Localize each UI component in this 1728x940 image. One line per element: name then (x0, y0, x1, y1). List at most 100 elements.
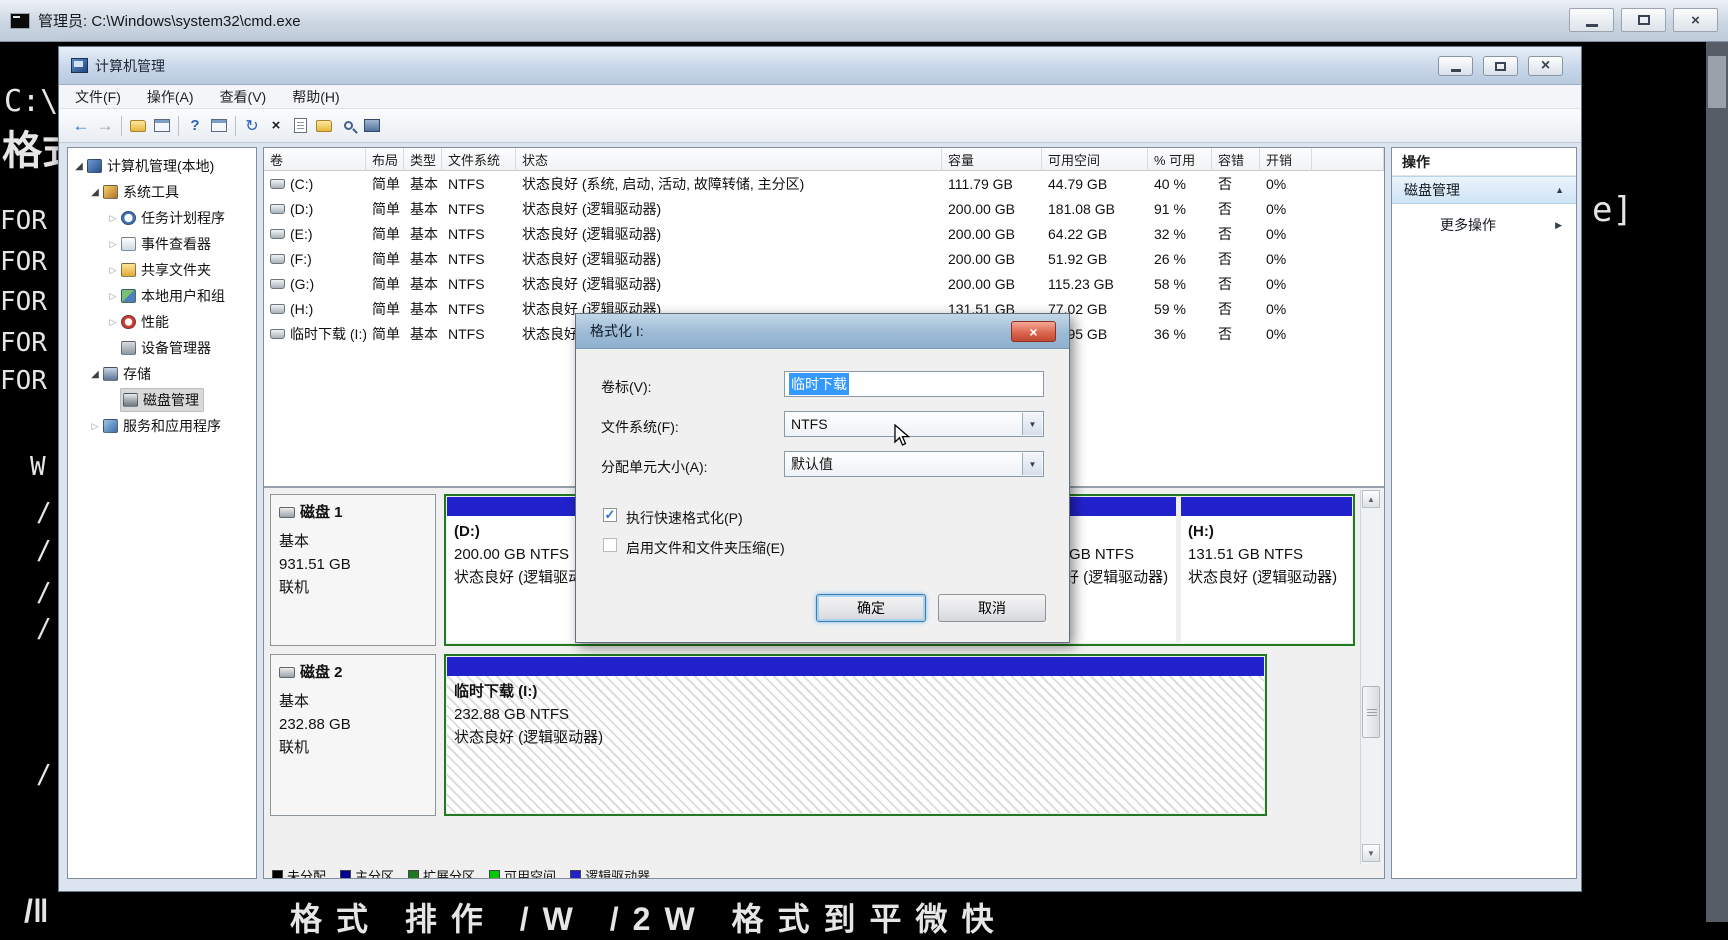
dropdown-value: 默认值 (791, 454, 833, 474)
compression-checkbox[interactable] (603, 538, 617, 552)
forward-button[interactable]: → (93, 114, 117, 138)
down-arrow-icon: ▼ (1367, 849, 1375, 858)
actions-group-disk-management[interactable]: 磁盘管理 ▲ (1392, 176, 1576, 204)
column-header-volume[interactable]: 卷 (264, 148, 366, 171)
tree-expanded-icon[interactable]: ◢ (72, 161, 86, 172)
tree-expanded-icon[interactable]: ◢ (88, 369, 102, 380)
refresh-button[interactable]: ↻ (240, 114, 264, 138)
menu-action[interactable]: 操作(A) (147, 87, 194, 107)
actions-header: 操作 (1392, 148, 1576, 176)
back-button[interactable]: ← (69, 114, 93, 138)
volume-status: 状态良好 (系统, 启动, 活动, 故障转储, 主分区) (516, 171, 942, 196)
cm-maximize-button[interactable] (1483, 56, 1518, 76)
partition-h[interactable]: (H:) 131.51 GB NTFS 状态良好 (逻辑驱动器) (1181, 497, 1352, 643)
disk-1-label[interactable]: 磁盘 1 基本 931.51 GB 联机 (270, 494, 436, 646)
volume-row-d[interactable]: (D:) 简单 基本 NTFS 状态良好 (逻辑驱动器) 200.00 GB 1… (264, 196, 1384, 221)
more-actions-item[interactable]: 更多操作 ▶ (1392, 212, 1576, 238)
cm-minimize-button[interactable] (1438, 56, 1473, 76)
volume-row-f[interactable]: (F:) 简单 基本 NTFS 状态良好 (逻辑驱动器) 200.00 GB 5… (264, 246, 1384, 271)
tree-item-services-applications[interactable]: ▷ 服务和应用程序 (88, 414, 221, 438)
disk-view-scrollbar[interactable]: ▲ ▼ (1360, 490, 1380, 864)
volume-name: (D:) (264, 196, 366, 221)
column-header-filesystem[interactable]: 文件系统 (442, 148, 516, 171)
tree-collapsed-icon[interactable]: ▷ (106, 291, 120, 302)
tree-item-task-scheduler[interactable]: ▷ 任务计划程序 (106, 206, 225, 230)
volume-overhead: 0% (1260, 196, 1312, 221)
tree-item-local-users-groups[interactable]: ▷ 本地用户和组 (106, 284, 225, 308)
volume-label-input[interactable]: 临时下载 (784, 371, 1044, 397)
column-header-free-space[interactable]: 可用空间 (1042, 148, 1148, 171)
collapse-icon[interactable]: ▲ (1555, 185, 1564, 195)
volume-row-g[interactable]: (G:) 简单 基本 NTFS 状态良好 (逻辑驱动器) 200.00 GB 1… (264, 271, 1384, 296)
volume-filesystem: NTFS (442, 321, 516, 346)
ok-button[interactable]: 确定 (816, 594, 926, 622)
column-header-pct-free[interactable]: % 可用 (1148, 148, 1212, 171)
column-header-type[interactable]: 类型 (404, 148, 442, 171)
disk-2-label[interactable]: 磁盘 2 基本 232.88 GB 联机 (270, 654, 436, 816)
tree-expanded-icon[interactable]: ◢ (88, 187, 102, 198)
column-header-overhead[interactable]: 开销 (1260, 148, 1312, 171)
tree-item-event-viewer[interactable]: ▷ 事件查看器 (106, 232, 211, 256)
cmd-close-button[interactable]: × (1673, 8, 1718, 32)
up-level-button[interactable] (126, 114, 150, 138)
export-list-button[interactable] (207, 114, 231, 138)
console-text-fragment: C:\ (4, 84, 58, 119)
dialog-close-button[interactable]: × (1011, 321, 1056, 342)
console-text-fragment: / (36, 536, 52, 566)
menu-file[interactable]: 文件(F) (75, 87, 121, 107)
tree-collapsed-icon[interactable]: ▷ (106, 239, 120, 250)
scrollbar-thumb[interactable] (1362, 686, 1380, 738)
tree-collapsed-icon[interactable]: ▷ (106, 317, 120, 328)
format-dialog-titlebar[interactable]: 格式化 I: (576, 314, 1069, 349)
cancel-button[interactable]: 取消 (938, 594, 1046, 622)
tree-collapsed-icon[interactable]: ▷ (88, 421, 102, 432)
disk-tool-button[interactable] (360, 114, 384, 138)
cm-titlebar[interactable]: 计算机管理 × (59, 47, 1581, 85)
legend-swatch (489, 870, 500, 878)
dropdown-button[interactable]: ▼ (1022, 453, 1042, 475)
show-console-tree-button[interactable] (150, 114, 174, 138)
volume-overhead: 0% (1260, 271, 1312, 296)
column-header-fault-tolerance[interactable]: 容错 (1212, 148, 1260, 171)
column-header-capacity[interactable]: 容量 (942, 148, 1042, 171)
cm-close-button[interactable]: × (1528, 56, 1563, 76)
tree-item-shared-folders[interactable]: ▷ 共享文件夹 (106, 258, 211, 282)
help-button[interactable]: ? (183, 114, 207, 138)
volume-row-c[interactable]: (C:) 简单 基本 NTFS 状态良好 (系统, 启动, 活动, 故障转储, … (264, 171, 1384, 196)
tree-item-performance[interactable]: ▷ 性能 (106, 310, 169, 334)
legend-swatch (570, 870, 581, 878)
tree-item-disk-management[interactable]: 磁盘管理 (120, 388, 204, 412)
find-button[interactable] (336, 114, 360, 138)
tree-collapsed-icon[interactable]: ▷ (106, 213, 120, 224)
tree-item-storage[interactable]: ◢ 存储 (88, 362, 151, 386)
scroll-up-button[interactable]: ▲ (1362, 490, 1380, 508)
quick-format-checkbox[interactable]: ✓ (603, 508, 617, 522)
menu-help[interactable]: 帮助(H) (292, 87, 339, 107)
clock-icon (121, 211, 136, 225)
delete-button[interactable]: × (264, 114, 288, 138)
cmd-window-titlebar[interactable]: 管理员: C:\Windows\system32\cmd.exe × (0, 0, 1728, 42)
column-header-status[interactable]: 状态 (516, 148, 942, 171)
cmd-maximize-button[interactable] (1621, 8, 1666, 32)
cmd-scrollbar[interactable] (1706, 42, 1728, 922)
properties-button[interactable] (288, 114, 312, 138)
dropdown-button[interactable]: ▼ (1022, 413, 1042, 435)
open-button[interactable] (312, 114, 336, 138)
cmd-minimize-button[interactable] (1569, 8, 1614, 32)
disk-2-extended-partition: 临时下载 (I:) 232.88 GB NTFS 状态良好 (逻辑驱动器) (444, 654, 1267, 816)
volume-row-e[interactable]: (E:) 简单 基本 NTFS 状态良好 (逻辑驱动器) 200.00 GB 6… (264, 221, 1384, 246)
scroll-down-button[interactable]: ▼ (1362, 844, 1380, 862)
partition-i[interactable]: 临时下载 (I:) 232.88 GB NTFS 状态良好 (逻辑驱动器) (447, 657, 1264, 813)
column-header-layout[interactable]: 布局 (366, 148, 404, 171)
tree-item-computer-management[interactable]: ◢ 计算机管理(本地) (72, 154, 214, 178)
alloc-unit-dropdown[interactable]: 默认值 ▼ (784, 451, 1044, 477)
cmd-scrollbar-thumb[interactable] (1708, 56, 1726, 108)
legend-item: 主分区 (340, 866, 394, 878)
disk-type: 基本 (279, 690, 427, 713)
services-icon (103, 419, 118, 433)
tree-item-system-tools[interactable]: ◢ 系统工具 (88, 180, 179, 204)
tree-item-device-manager[interactable]: 设备管理器 (120, 336, 211, 360)
tree-collapsed-icon[interactable]: ▷ (106, 265, 120, 276)
volume-overhead: 0% (1260, 246, 1312, 271)
menu-view[interactable]: 查看(V) (220, 87, 267, 107)
